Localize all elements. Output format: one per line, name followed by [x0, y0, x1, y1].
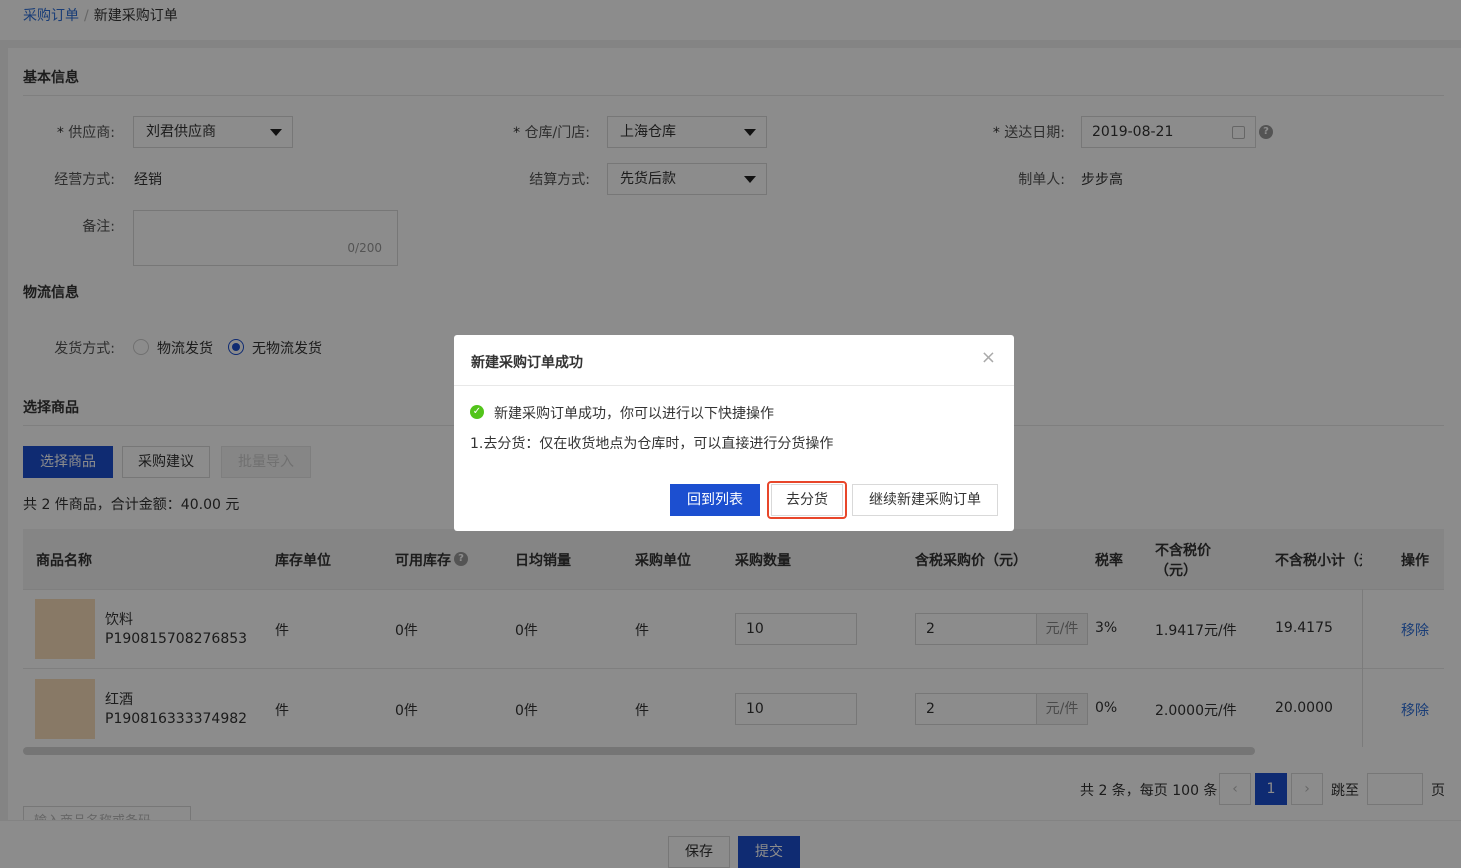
continue-create-button[interactable]: 继续新建采购订单 — [852, 484, 998, 516]
distribute-button[interactable]: 去分货 — [771, 484, 843, 516]
modal-message: 新建采购订单成功，你可以进行以下快捷操作 — [494, 406, 774, 422]
success-modal: 新建采购订单成功 × ✓ 新建采购订单成功，你可以进行以下快捷操作 1.去分货：… — [454, 335, 1014, 531]
back-to-list-button[interactable]: 回到列表 — [670, 484, 760, 516]
close-icon[interactable]: × — [981, 347, 996, 368]
success-check-icon: ✓ — [470, 405, 484, 419]
modal-tip: 1.去分货：仅在收货地点为仓库时，可以直接进行分货操作 — [470, 436, 834, 452]
modal-title: 新建采购订单成功 — [471, 355, 583, 371]
divider — [454, 385, 1014, 386]
